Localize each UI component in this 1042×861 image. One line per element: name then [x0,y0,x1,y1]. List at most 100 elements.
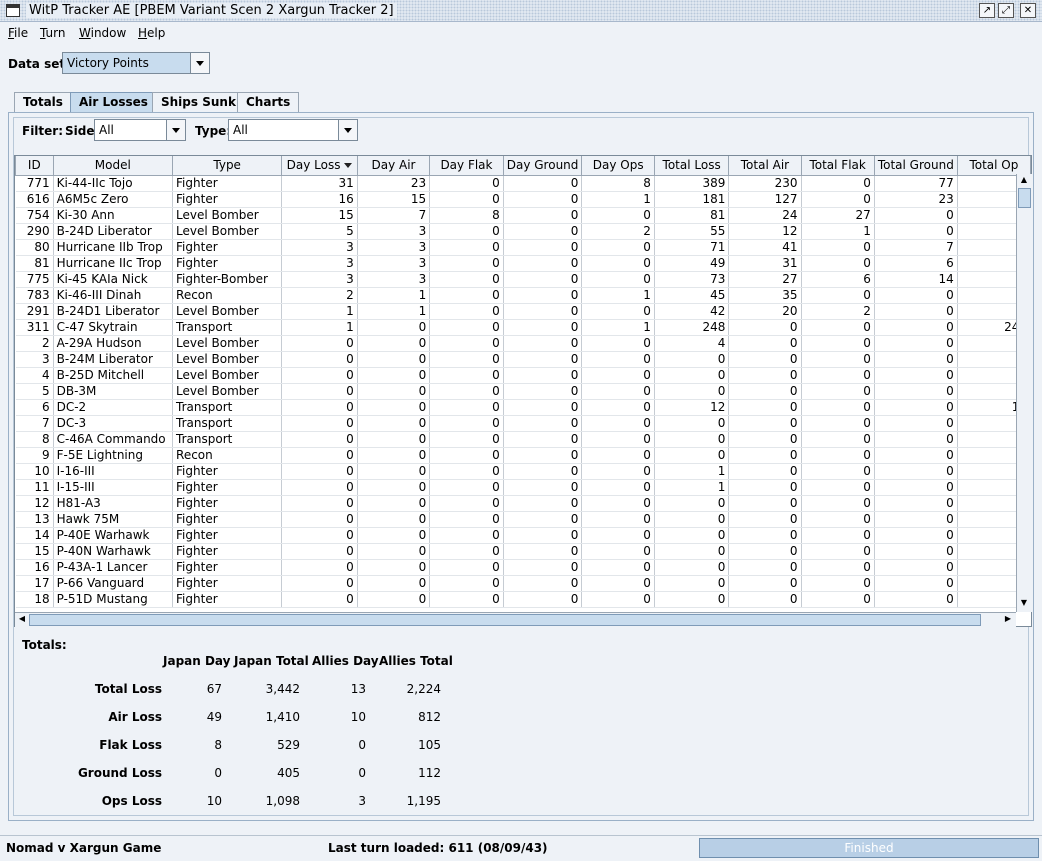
table-row[interactable]: 17P-66 VanguardFighter0000000000 [15,575,1031,592]
table-cell: 7 [357,207,431,224]
column-header[interactable]: Total Op [956,156,1031,176]
table-cell: Fighter [172,191,283,208]
table-cell: 0 [429,255,504,272]
tab-air-losses[interactable]: Air Losses [70,92,157,113]
table-row[interactable]: 6DC-2Transport000001200012 [15,399,1031,416]
table-cell: 0 [654,431,730,448]
table-row[interactable]: 7DC-3Transport0000000000 [15,415,1031,432]
table-row[interactable]: 80Hurricane IIb TropFighter330007141072 [15,239,1031,256]
maximize-icon[interactable]: ⤢ [998,3,1014,18]
table-cell: 17 [15,575,54,592]
table-row[interactable]: 81Hurricane IIc TropFighter330004931061 [15,255,1031,272]
table-cell: 0 [801,319,875,336]
table-cell: 0 [581,431,655,448]
table-row[interactable]: 311C-47 SkytrainTransport10001248000248 [15,319,1031,336]
table-row[interactable]: 290 B-24D Liberator Level Bomber 5 3 0 0 2 55 12 1… [15,223,1031,240]
table-cell: 0 [801,367,875,384]
table-row[interactable]: 291 B-24D1 Liberator Level Bomber 1 1 0 0 0 42 20… [15,303,1031,320]
column-header[interactable]: Day Flak [429,156,504,176]
scroll-up-icon[interactable]: ▲ [1017,174,1031,187]
tab-totals[interactable]: Totals [14,92,72,112]
table-cell: Level Bomber [172,367,283,384]
table-row[interactable]: 5DB-3MLevel Bomber0000000000 [15,383,1031,400]
table-row[interactable]: 11I-15-IIIFighter0000010001 [15,479,1031,496]
close-icon[interactable]: ✕ [1020,3,1036,18]
column-header[interactable]: Total Flak [800,156,875,176]
table-cell: 0 [281,559,358,576]
column-header[interactable]: Type [172,156,283,176]
table-row[interactable]: 4B-25D MitchellLevel Bomber0000000000 [15,367,1031,384]
table-cell: 0 [728,335,802,352]
side-value: All [99,123,114,137]
horizontal-scrollbar[interactable]: ◀ ▶ [15,612,1016,627]
table-row[interactable]: 616A6M5c ZeroFighter16150011811270233 [15,191,1031,208]
horizontal-scroll-thumb[interactable] [29,614,981,626]
table-row[interactable]: 783Ki-46-III DinahRecon210014535001 [15,287,1031,304]
chevron-down-icon[interactable] [166,120,185,140]
table-row[interactable]: 18P-51D MustangFighter0000000000 [15,591,1031,608]
table-row[interactable]: 8C-46A CommandoTransport0000000000 [15,431,1031,448]
table-cell: 16 [281,191,358,208]
chevron-down-icon[interactable] [338,120,357,140]
table-cell: 0 [357,319,431,336]
scroll-down-icon[interactable]: ▼ [1017,597,1031,610]
table-row[interactable]: 13Hawk 75MFighter0000000000 [15,511,1031,528]
column-header[interactable]: ID [15,156,54,176]
restore-icon[interactable]: ↗ [979,3,995,18]
column-header[interactable]: Day Ground [502,156,583,176]
scroll-left-icon[interactable]: ◀ [15,613,29,626]
table-cell: 73 [654,271,730,288]
table-cell: 0 [357,495,431,512]
table-row[interactable]: 10I-16-IIIFighter0000010001 [15,463,1031,480]
chevron-down-icon[interactable] [190,53,209,73]
table-row[interactable]: 3B-24M LiberatorLevel Bomber0000000000 [15,351,1031,368]
totals-row-label: Total Loss [94,682,162,696]
table-cell: B-24D Liberator [53,223,174,240]
table-row[interactable]: 14P-40E WarhawkFighter0000000000 [15,527,1031,544]
scroll-right-icon[interactable]: ▶ [1001,613,1015,626]
menu-turn[interactable]: Turn [40,26,65,40]
table-cell: A6M5c Zero [53,191,174,208]
table-cell: 771 [15,175,54,192]
table-cell: 0 [281,463,358,480]
table-cell: Recon [172,287,283,304]
table-cell: 0 [874,367,958,384]
table-cell: 0 [429,575,504,592]
table-row[interactable]: 9F-5E LightningRecon0000000000 [15,447,1031,464]
menu-window[interactable]: Window [79,26,126,40]
type-select[interactable]: All [228,119,358,141]
tab-ships-sunk[interactable]: Ships Sunk [152,92,245,112]
side-select[interactable]: All [94,119,186,141]
table-cell: 31 [728,255,802,272]
column-header[interactable]: Total Loss [653,156,730,176]
column-header[interactable]: Model [52,156,174,176]
tab-charts[interactable]: Charts [237,92,300,112]
column-header[interactable]: Day Ops [581,156,655,176]
column-header[interactable]: Day Air [356,156,431,176]
table-cell: 0 [801,591,875,608]
dataset-select[interactable]: Victory Points [62,52,210,74]
table-cell: 35 [728,287,802,304]
table-row[interactable]: 2A-29A HudsonLevel Bomber0000040004 [15,335,1031,352]
menu-help[interactable]: Help [138,26,165,40]
table-row[interactable]: 12H81-A3Fighter0000000000 [15,495,1031,512]
column-header[interactable]: Total Ground [873,156,958,176]
column-header[interactable]: Total Air [728,156,802,176]
table-row[interactable]: 15P-40N WarhawkFighter0000000000 [15,543,1031,560]
column-header[interactable]: Day Loss [281,156,358,176]
table-row[interactable]: 771 Ki-44-IIc Tojo Fighter 31 23 0 0 8 389 230 0 77… [15,175,1031,192]
table-cell: 5 [281,223,358,240]
table-row[interactable]: 754Ki-30 AnnLevel Bomber15780081242703 [15,207,1031,224]
air-losses-table[interactable]: ID Model Type Day Loss Day Air Day Flak Day Gr… [14,155,1032,627]
vertical-scroll-thumb[interactable] [1018,188,1031,208]
table-cell: 0 [429,351,504,368]
menu-file[interactable]: File [8,26,28,40]
table-cell: 0 [429,303,504,320]
table-cell: 0 [503,495,583,512]
totals-value: 105 [418,738,441,752]
vertical-scrollbar[interactable]: ▲ ▼ [1016,174,1032,612]
table-row[interactable]: 775 Ki-45 KAIa Nick Fighter-Bomber 3 3 0 0 0 73 2… [15,271,1031,288]
table-row[interactable]: 16P-43A-1 LancerFighter0000000000 [15,559,1031,576]
table-cell: 0 [874,207,958,224]
table-cell: DB-3M [53,383,174,400]
